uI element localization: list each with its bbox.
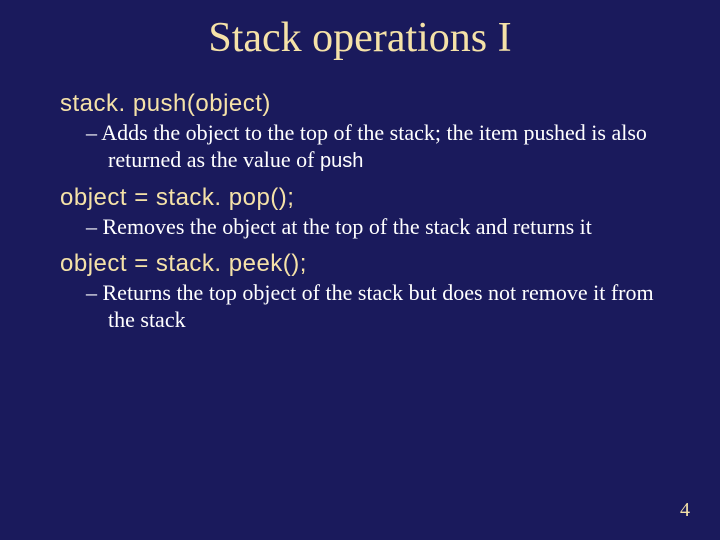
description-text: Adds the object to the top of the stack;… — [101, 120, 647, 172]
slide-content: stack. push(object) – Adds the object to… — [0, 90, 720, 334]
operation-description: – Removes the object at the top of the s… — [86, 214, 654, 241]
description-text: Returns the top object of the stack but … — [103, 280, 654, 332]
description-text: Removes the object at the top of the sta… — [103, 214, 592, 239]
bullet-dash: – — [86, 214, 103, 239]
operation-description: – Returns the top object of the stack bu… — [86, 280, 654, 334]
inline-code: push — [320, 150, 363, 172]
operation-signature: object = stack. pop(); — [60, 184, 654, 212]
bullet-dash: – — [86, 120, 101, 145]
slide: Stack operations I stack. push(object) –… — [0, 0, 720, 540]
operation-signature: object = stack. peek(); — [60, 250, 654, 278]
page-number: 4 — [680, 499, 690, 522]
slide-title: Stack operations I — [0, 0, 720, 90]
bullet-dash: – — [86, 280, 103, 305]
operation-description: – Adds the object to the top of the stac… — [86, 120, 654, 174]
operation-signature: stack. push(object) — [60, 90, 654, 118]
